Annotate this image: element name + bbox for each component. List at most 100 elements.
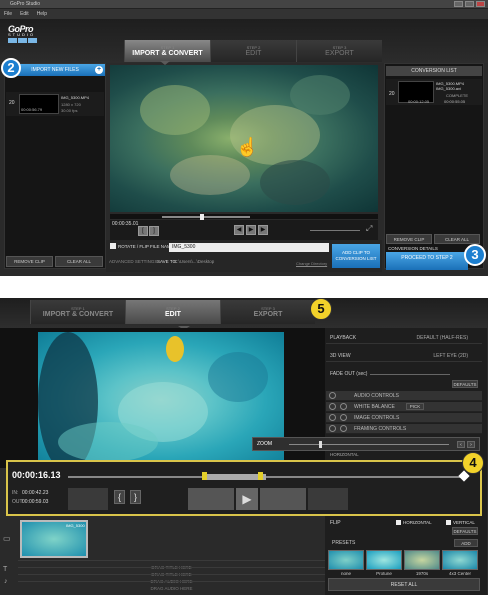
zoom-out-icon[interactable]: ‹: [457, 441, 465, 448]
presets-header: PRESETS ADD: [326, 539, 482, 550]
audio-controls-section[interactable]: AUDIO CONTROLS: [326, 391, 482, 401]
file-name-input[interactable]: IMG_5300: [169, 243, 329, 252]
section-label: IMAGE CONTROLS: [354, 415, 400, 421]
preset-thumb-none[interactable]: [328, 550, 364, 570]
mark-in-icon[interactable]: {: [114, 490, 125, 504]
conv-clear-all-button[interactable]: CLEAR ALL: [434, 234, 480, 244]
framing-controls-section[interactable]: FRAMING CONTROLS: [326, 424, 482, 434]
tab-export[interactable]: STEP 3 EXPORT: [296, 40, 382, 62]
menu-file[interactable]: File: [4, 11, 12, 17]
section-label: FRAMING CONTROLS: [354, 426, 407, 432]
title-track-icon: T: [3, 566, 8, 573]
preset-thumb-protune[interactable]: [366, 550, 402, 570]
preset-thumb-1970s[interactable]: [404, 550, 440, 570]
step-label: EDIT: [165, 311, 181, 318]
playback-setting[interactable]: PLAYBACK DEFAULT (HALF-RES): [326, 332, 482, 344]
mark-out-icon[interactable]: ]: [149, 226, 159, 236]
tab-edit[interactable]: STEP 2 EDIT: [125, 300, 220, 324]
change-directory-link[interactable]: Change Directory: [296, 261, 327, 266]
tab-import-convert[interactable]: STEP 1 IMPORT & CONVERT: [124, 40, 210, 62]
3d-view-setting[interactable]: 3D VIEW LEFT EYE (2D): [326, 350, 482, 362]
close-button[interactable]: [476, 1, 485, 7]
play-icon[interactable]: ▶: [236, 488, 258, 510]
mark-in-icon[interactable]: [: [138, 226, 148, 236]
conversion-status: COMPLETE: [446, 93, 469, 98]
tab-import-convert[interactable]: STEP 1 IMPORT & CONVERT: [30, 300, 125, 324]
current-timecode: 00:00:16.13: [12, 470, 61, 480]
fullscreen-icon[interactable]: ⤢: [366, 224, 372, 234]
playback-label: PLAYBACK: [330, 335, 357, 341]
next-clip-button[interactable]: [308, 488, 348, 510]
file-name: IMG_5300.MP4: [61, 95, 90, 100]
import-list-item[interactable]: 20 IMG_5300.MP4 1280 x 720 30.00 fps 00:…: [6, 92, 104, 116]
eye-icon[interactable]: [340, 414, 347, 421]
rotate-flip-label: ROTATE / FLIP: [118, 244, 149, 249]
add-preset-button[interactable]: ADD: [454, 539, 478, 547]
trim-range: [202, 474, 266, 480]
out-marker[interactable]: [258, 472, 263, 480]
play-icon[interactable]: ▶: [246, 225, 256, 235]
white-balance-section[interactable]: WHITE BALANCE PICK: [326, 402, 482, 412]
zoom-handle[interactable]: [319, 441, 322, 448]
conversion-list-item[interactable]: 20 IMG_5300.MP4 IMG_5300.avi COMPLETE 00…: [386, 79, 482, 105]
conv-remove-clip-button[interactable]: REMOVE CLIP: [386, 234, 432, 244]
flip-horizontal-checkbox[interactable]: [396, 520, 401, 525]
callout-badge-4: 4: [462, 452, 484, 474]
image-controls-section[interactable]: IMAGE CONTROLS: [326, 413, 482, 423]
item-number: 20: [389, 91, 395, 97]
expand-icon: [329, 425, 336, 432]
playback-value: DEFAULT (HALF-RES): [416, 335, 469, 341]
proceed-to-step-2-button[interactable]: PROCEED TO STEP 2: [386, 252, 468, 270]
advanced-settings-link[interactable]: ADVANCED SETTINGS: [109, 259, 157, 264]
screen-separator: [0, 276, 488, 298]
callout-badge-2: 2: [1, 58, 21, 78]
step-back-button[interactable]: [188, 488, 234, 510]
in-timecode: 00:00:42.23: [22, 490, 49, 496]
menu-edit[interactable]: Edit: [20, 11, 29, 17]
pick-button[interactable]: PICK: [406, 403, 424, 410]
step-tabs: STEP 1 IMPORT & CONVERT STEP 2 EDIT STEP…: [124, 40, 382, 62]
maximize-button[interactable]: [465, 1, 474, 7]
volume-slider[interactable]: [310, 230, 360, 231]
audio-drop-zone-2[interactable]: DRAG AUDIO HERE: [18, 581, 325, 595]
defaults-button-2[interactable]: DEFAULTS: [452, 527, 478, 535]
presets-label: PRESETS: [332, 540, 356, 546]
flip-label: FLIP: [330, 520, 341, 526]
horizontal-header: HORIZONTAL: [330, 452, 359, 457]
edit-video-preview[interactable]: [38, 332, 284, 468]
remove-clip-button[interactable]: REMOVE CLIP: [6, 256, 53, 267]
trim-bar[interactable]: [68, 476, 464, 478]
prev-clip-button[interactable]: [68, 488, 108, 510]
preset-thumb-4x3-center[interactable]: [442, 550, 478, 570]
step-label: IMPORT & CONVERT: [42, 311, 114, 318]
in-marker[interactable]: [202, 472, 207, 480]
add-clip-button[interactable]: ADD CLIP TO CONVERSION LIST: [332, 244, 380, 268]
flip-vertical-checkbox[interactable]: [446, 520, 451, 525]
eye-icon[interactable]: [340, 403, 347, 410]
timeline-clip[interactable]: IMG_5300: [20, 520, 88, 558]
eye-icon[interactable]: [340, 425, 347, 432]
expand-icon: [329, 403, 336, 410]
defaults-button[interactable]: DEFAULTS: [452, 380, 478, 388]
fade-out-slider[interactable]: [370, 374, 450, 375]
step-forward-icon[interactable]: ▶: [258, 225, 268, 235]
step-forward-button[interactable]: [260, 488, 306, 510]
menu-bar: File Edit Help: [0, 9, 488, 19]
video-preview[interactable]: ☝: [110, 65, 378, 212]
tab-export[interactable]: STEP 3 EXPORT: [220, 300, 315, 324]
rotate-flip-checkbox[interactable]: [110, 243, 116, 249]
step-back-icon[interactable]: ◀: [234, 225, 244, 235]
reset-all-button[interactable]: RESET ALL: [328, 578, 480, 591]
clear-all-button[interactable]: CLEAR ALL: [55, 256, 103, 267]
item-number: 20: [9, 100, 15, 106]
window-title: GoPro Studio: [10, 1, 41, 7]
minimize-button[interactable]: [454, 1, 463, 7]
audio-track-icon: ♪: [4, 578, 8, 585]
zoom-slider[interactable]: [289, 444, 449, 445]
flip-vertical-label: VERTICAL: [453, 520, 475, 525]
zoom-in-icon[interactable]: ›: [467, 441, 475, 448]
mark-out-icon[interactable]: }: [130, 490, 141, 504]
tab-edit[interactable]: STEP 2 EDIT: [210, 40, 296, 62]
output-name: IMG_5300.avi: [436, 86, 461, 91]
menu-help[interactable]: Help: [37, 11, 47, 17]
